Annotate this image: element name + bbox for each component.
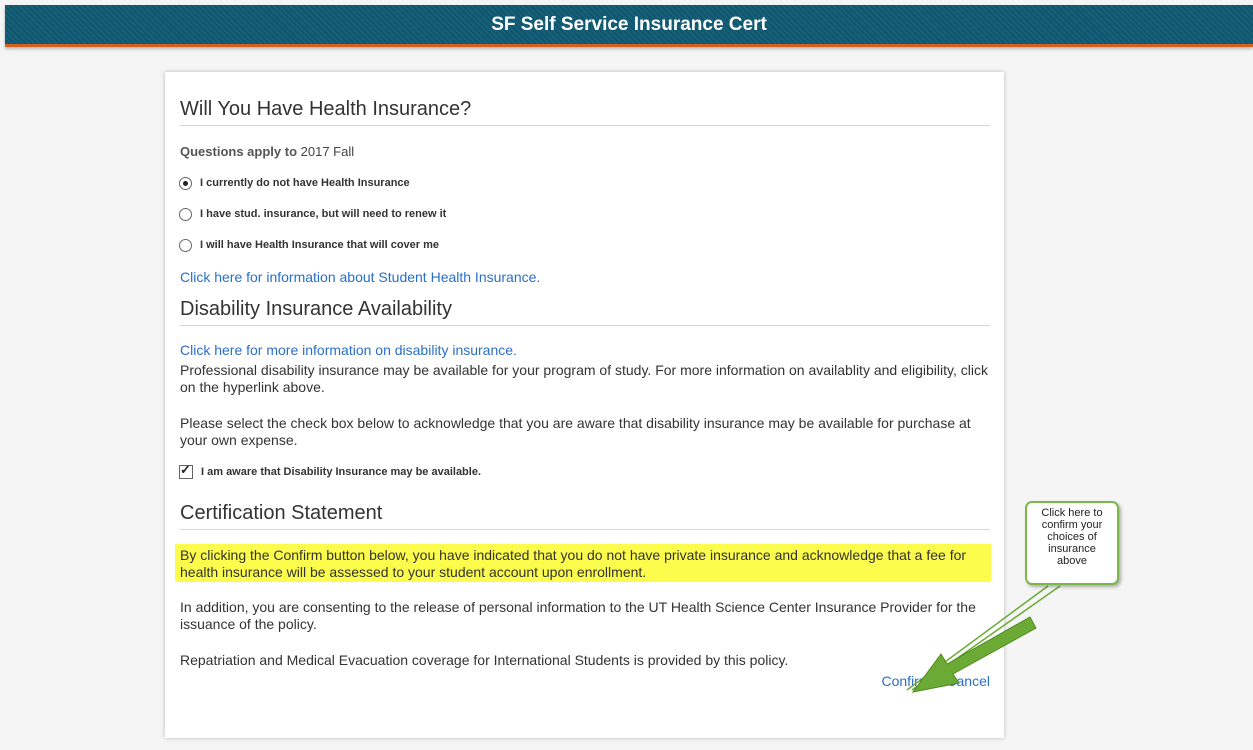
fee-acknowledgement-text: By clicking the Confirm button below, yo…	[180, 547, 967, 580]
callout-text: Click here to confirm your choices of in…	[1041, 507, 1103, 567]
radio-icon[interactable]	[179, 207, 192, 221]
confirm-button[interactable]: Confirm	[882, 673, 931, 689]
health-option-renew[interactable]: I have stud. insurance, but will need to…	[179, 206, 446, 222]
health-option-none[interactable]: I currently do not have Health Insurance	[179, 175, 410, 191]
disability-aware-checkbox-row[interactable]: ✓ I am aware that Disability Insurance m…	[179, 462, 482, 479]
insurance-form-card: Will You Have Health Insurance? Question…	[165, 72, 1004, 738]
term-value: 2017 Fall	[300, 144, 355, 159]
highlighted-statement: By clicking the Confirm button below, yo…	[175, 544, 991, 582]
header-bar: SF Self Service Insurance Cert	[5, 5, 1253, 47]
certification-section-title: Certification Statement	[180, 502, 990, 530]
release-consent-text: In addition, you are consenting to the r…	[180, 599, 976, 632]
disability-acknowledge-text: Please select the check box below to ack…	[180, 415, 971, 448]
health-option-label: I have stud. insurance, but will need to…	[200, 208, 447, 220]
confirm-callout: Click here to confirm your choices of in…	[1025, 501, 1119, 585]
radio-selected-icon[interactable]	[179, 176, 192, 190]
repatriation-text: Repatriation and Medical Evacuation cove…	[180, 652, 789, 668]
page-title: SF Self Service Insurance Cert	[491, 14, 767, 35]
term-prefix: Questions apply to	[180, 144, 298, 159]
health-option-label: I will have Health Insurance that will c…	[200, 239, 440, 251]
disability-section-title: Disability Insurance Availability	[180, 298, 990, 326]
disability-checkbox-label: I am aware that Disability Insurance may…	[201, 466, 482, 478]
disability-description: Professional disability insurance may be…	[180, 362, 988, 395]
cancel-button[interactable]: Cancel	[946, 673, 990, 689]
form-actions: Confirm Cancel	[870, 673, 991, 689]
disability-info-link[interactable]: Click here for more information on disab…	[180, 342, 517, 358]
health-option-covered[interactable]: I will have Health Insurance that will c…	[179, 237, 439, 253]
student-health-info-link[interactable]: Click here for information about Student…	[180, 269, 540, 285]
health-option-label: I currently do not have Health Insurance	[200, 177, 410, 189]
health-section-title: Will You Have Health Insurance?	[180, 98, 990, 126]
radio-icon[interactable]	[179, 238, 192, 252]
checkbox-checked-icon[interactable]: ✓	[179, 462, 193, 479]
term-line: Questions apply to 2017 Fall	[180, 144, 354, 159]
